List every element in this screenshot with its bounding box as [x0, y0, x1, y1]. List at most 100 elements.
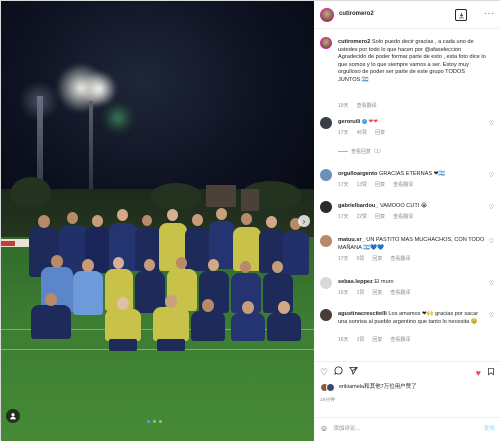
player	[153, 307, 189, 341]
comment-username[interactable]: geroruili	[338, 119, 360, 125]
header-username[interactable]: cutiromero2	[339, 10, 374, 18]
player	[31, 305, 71, 339]
comment-meta: 16天 1赞 回复 查看翻译	[338, 337, 410, 344]
avatar[interactable]	[320, 235, 332, 247]
comment-time: 16天	[338, 337, 349, 343]
like-comment-icon[interactable]: ♡	[489, 312, 494, 320]
tree	[151, 183, 201, 209]
carousel-dots	[147, 420, 162, 423]
comment-meta: 17天 45赞 回复	[338, 130, 385, 137]
like-heart-red-icon[interactable]: ♥	[476, 367, 481, 379]
comment-text-wrap: matuu.sr_ UN PASTITO MAS MUCHACHOS, CON …	[338, 237, 486, 252]
comment-likes[interactable]: 1赞	[357, 337, 365, 344]
translate-link[interactable]: 查看翻译	[357, 103, 377, 110]
reply-button[interactable]: 回复	[375, 130, 385, 137]
translate-link[interactable]: 查看翻译	[390, 256, 410, 263]
caption-username[interactable]: cutiromero2	[338, 39, 370, 45]
post-photo[interactable]: ›	[1, 1, 314, 441]
like-comment-icon[interactable]: ♡	[489, 204, 494, 212]
liker-avatar	[326, 383, 335, 392]
player-shorts	[157, 339, 185, 351]
like-comment-icon[interactable]: ♡	[489, 238, 494, 246]
download-icon[interactable]	[455, 9, 467, 21]
caption-time: 19天	[338, 103, 349, 109]
comment-username[interactable]: matuu.sr_	[338, 237, 365, 243]
player-head	[266, 216, 277, 228]
avatar[interactable]	[320, 309, 332, 321]
building	[206, 185, 236, 207]
reply-button[interactable]: 回复	[372, 290, 382, 297]
comment-likes[interactable]: 6赞	[357, 256, 365, 263]
share-icon[interactable]	[349, 366, 358, 377]
likes-summary[interactable]: erikiamela和其他7万位用户赞了	[320, 383, 417, 392]
like-comment-icon[interactable]: ♡	[489, 172, 494, 180]
post-modal: › cutiromero2 ··· cutiromero2 Solo puedo…	[0, 0, 500, 441]
translate-link[interactable]: 查看翻译	[393, 214, 413, 221]
comment-meta: 17天 13赞 回复 查看翻译	[338, 182, 413, 189]
tagged-users-icon[interactable]	[6, 409, 20, 423]
comment-meta: 16天 1赞 回复 查看翻译	[338, 290, 410, 297]
reply-button[interactable]: 回复	[372, 337, 382, 344]
divider	[338, 151, 348, 153]
player-head	[202, 299, 214, 312]
avatar[interactable]	[320, 117, 332, 129]
comment-username[interactable]: orgulloargento	[338, 171, 377, 177]
translate-link[interactable]: 查看翻译	[393, 182, 413, 189]
player-head	[117, 209, 128, 221]
light-tower	[89, 101, 93, 196]
comment-username[interactable]: gabrielbardou_	[338, 203, 378, 209]
player-head	[92, 215, 103, 227]
comment-time: 17天	[338, 256, 349, 262]
comment-text-wrap: orgulloargento GRACIAS ETERNAS ❤🇦🇷	[338, 171, 486, 179]
tree	[11, 177, 51, 207]
reply-button[interactable]: 回复	[375, 182, 385, 189]
translate-link[interactable]: 查看翻译	[390, 337, 410, 344]
carousel-dot	[147, 420, 150, 423]
add-comment-input[interactable]: 添加评论...	[333, 426, 360, 434]
avatar[interactable]	[320, 37, 332, 49]
comment-text-wrap: agustinacrescitelli Los amamos ❤🙌 gracia…	[338, 311, 486, 326]
comment-likes[interactable]: 1赞	[357, 290, 365, 297]
caption-text: Solo puedo decir gracias , a cada uno de…	[338, 39, 486, 83]
player-head	[216, 208, 227, 220]
comment-text-wrap: geroruili ✓ ❤❤	[338, 119, 486, 127]
player-head	[272, 261, 283, 273]
post-side-panel: cutiromero2 ··· cutiromero2 Solo puedo d…	[314, 1, 500, 441]
post-header: cutiromero2 ···	[314, 1, 500, 29]
comment-username[interactable]: sebas.leppez	[338, 279, 373, 285]
like-comment-icon[interactable]: ♡	[489, 120, 494, 128]
comment-time: 17天	[338, 214, 349, 220]
comment-likes[interactable]: 13赞	[357, 182, 368, 189]
view-replies-link[interactable]: 查看回复（1）	[338, 149, 384, 156]
avatar[interactable]	[320, 277, 332, 289]
avatar[interactable]	[320, 169, 332, 181]
comment-likes[interactable]: 45赞	[357, 130, 368, 137]
player-shorts	[109, 339, 137, 351]
player	[283, 231, 309, 275]
bookmark-icon[interactable]	[487, 367, 495, 379]
comment-text: El muro	[374, 279, 394, 285]
emoji-icon[interactable]: ☺	[320, 424, 328, 435]
action-bar: ♡	[314, 361, 500, 381]
comment-likes[interactable]: 22赞	[357, 214, 368, 221]
avatar[interactable]	[320, 201, 332, 213]
comment-icon[interactable]	[334, 366, 343, 377]
next-photo-button[interactable]: ›	[298, 215, 310, 227]
comment-meta: 17天 6赞 回复 查看翻译	[338, 256, 410, 263]
player-head	[176, 257, 187, 269]
comment-text: ❤❤	[368, 119, 378, 125]
player-head	[38, 215, 50, 228]
caption-meta: 19天 查看翻译	[338, 103, 377, 110]
like-icon[interactable]: ♡	[320, 367, 328, 377]
reply-button[interactable]: 回复	[372, 256, 382, 263]
like-comment-icon[interactable]: ♡	[489, 280, 494, 288]
player	[191, 311, 225, 341]
more-options-button[interactable]: ···	[484, 10, 495, 18]
translate-link[interactable]: 查看翻译	[390, 290, 410, 297]
post-comment-button[interactable]: 发布	[484, 426, 495, 434]
player-head	[144, 259, 155, 271]
avatar[interactable]	[320, 7, 334, 22]
player-head	[165, 295, 177, 308]
comment-username[interactable]: agustinacrescitelli	[338, 311, 387, 317]
reply-button[interactable]: 回复	[375, 214, 385, 221]
